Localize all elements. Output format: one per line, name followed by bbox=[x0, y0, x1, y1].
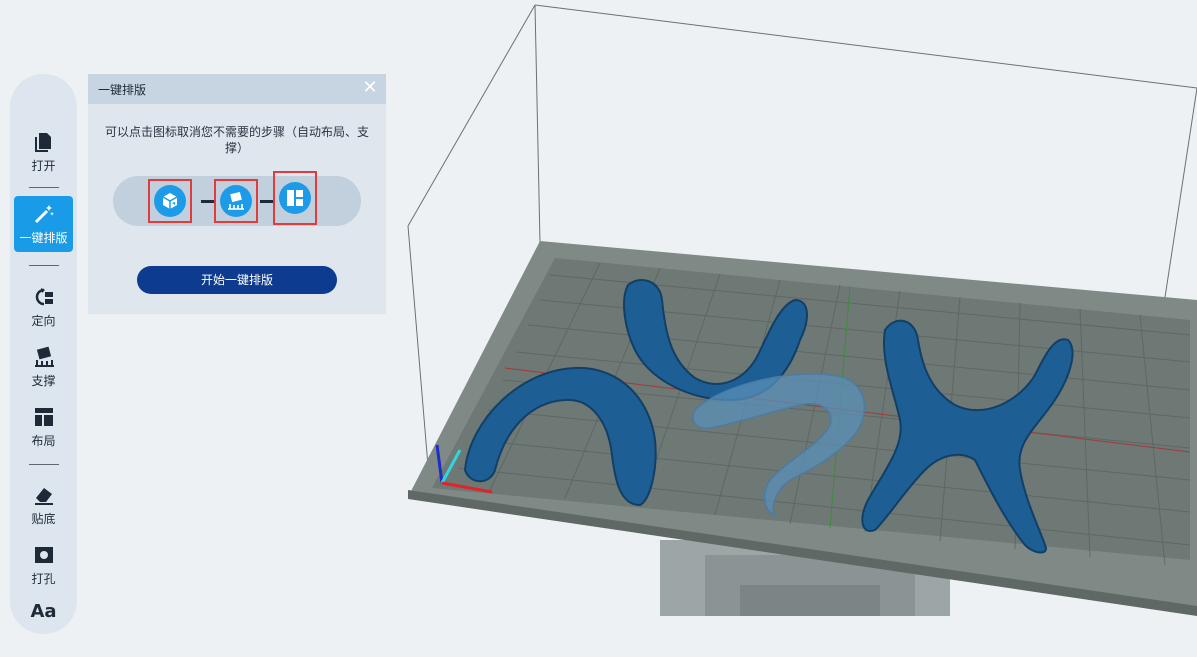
tool-label-support: 支撑 bbox=[31, 374, 56, 388]
orientation-icon bbox=[35, 288, 53, 306]
toolbar-divider bbox=[29, 187, 59, 188]
magic-wand-icon bbox=[34, 205, 54, 224]
layout-grid-icon bbox=[287, 190, 303, 206]
panel-header: 一键排版 ✕ bbox=[88, 74, 386, 104]
start-auto-layout-button[interactable]: 开始一键排版 bbox=[137, 266, 337, 294]
support-icon bbox=[228, 191, 244, 210]
tool-label-open: 打开 bbox=[31, 159, 56, 173]
file-open-icon bbox=[34, 133, 51, 152]
hole-icon bbox=[34, 547, 53, 563]
close-icon[interactable]: ✕ bbox=[360, 78, 380, 98]
tool-hole[interactable]: 打孔 bbox=[14, 537, 73, 593]
tool-auto-layout[interactable]: 一键排版 bbox=[14, 196, 73, 252]
tool-label-auto-layout: 一键排版 bbox=[19, 231, 68, 245]
orientation-cube-icon bbox=[162, 193, 178, 209]
tool-open[interactable]: 打开 bbox=[14, 124, 73, 180]
tool-label-layout: 布局 bbox=[31, 434, 56, 448]
tool-label-lay-flat: 贴底 bbox=[31, 512, 56, 526]
eraser-icon bbox=[34, 488, 53, 505]
tool-orientation[interactable]: 定向 bbox=[14, 279, 73, 335]
left-toolbar: 打开 一键排版 定向 支撑 布局 贴底 打孔 Aa bbox=[10, 74, 77, 634]
steps-bar bbox=[113, 171, 361, 226]
tool-label-hole: 打孔 bbox=[31, 572, 56, 586]
tool-label-orientation: 定向 bbox=[31, 314, 56, 328]
step-connector bbox=[260, 200, 274, 203]
toolbar-divider bbox=[29, 464, 59, 465]
tool-layout[interactable]: 布局 bbox=[14, 399, 73, 455]
auto-layout-panel: 一键排版 ✕ 可以点击图标取消您不需要的步骤（自动布局、支撑） 开始一键排版 bbox=[88, 74, 386, 314]
step-orientation-button[interactable] bbox=[148, 179, 192, 223]
tool-text[interactable]: Aa bbox=[14, 597, 73, 657]
step-support-button[interactable] bbox=[214, 179, 258, 223]
text-icon: Aa bbox=[30, 601, 57, 622]
panel-hint: 可以点击图标取消您不需要的步骤（自动布局、支撑） bbox=[104, 125, 369, 155]
tool-lay-flat[interactable]: 贴底 bbox=[14, 477, 73, 533]
tool-support[interactable]: 支撑 bbox=[14, 339, 73, 395]
support-icon bbox=[34, 346, 54, 367]
step-connector bbox=[201, 200, 215, 203]
step-layout-button[interactable] bbox=[273, 171, 317, 225]
panel-title: 一键排版 bbox=[98, 83, 147, 97]
layout-icon bbox=[34, 408, 53, 426]
toolbar-divider bbox=[29, 265, 59, 266]
